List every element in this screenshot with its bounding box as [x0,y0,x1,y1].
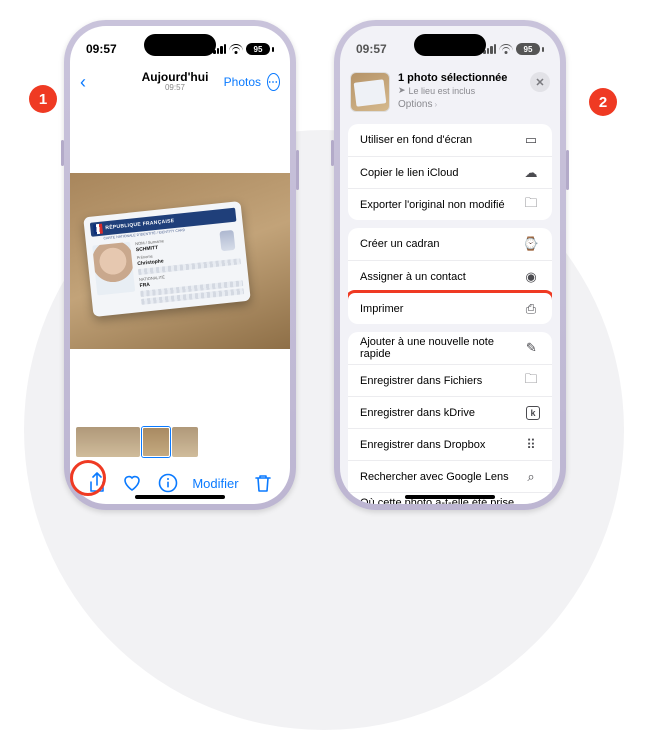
note-icon: ✎ [523,340,540,356]
more-button[interactable]: ⋯ [267,73,280,91]
search-icon: ⌕ [522,501,540,505]
thumb-selected[interactable] [142,427,170,457]
contact-icon: ◉ [522,269,540,285]
kdrive-icon: k [526,406,540,420]
action-save-dropbox[interactable]: Enregistrer dans Dropbox⠿ [348,428,552,460]
action-group-2: Créer un cadran⌚ Assigner à un contact◉ … [348,228,552,324]
action-icloud-link[interactable]: Copier le lien iCloud☁ [348,156,552,188]
action-quick-note[interactable]: Ajouter à une nouvelle note rapide✎ [348,332,552,364]
action-export-original[interactable]: Exporter l'original non modifié🗀 [348,188,552,220]
wifi-icon [499,44,513,54]
photo-viewer[interactable]: RÉPUBLIQUE FRANÇAISE CARTE NATIONALE D'I… [70,100,290,422]
edit-button[interactable]: Modifier [192,476,238,491]
dynamic-island [414,34,486,56]
dropbox-icon: ⠿ [522,437,540,453]
home-indicator[interactable] [405,495,495,499]
status-time: 09:57 [86,42,117,56]
nav-bar: ‹ Aujourd'hui 09:57 Photos ⋯ [70,64,290,100]
printer-icon: ⎙ [522,301,540,317]
favorite-button[interactable] [121,472,143,494]
lens-icon: ⌕ [522,469,540,485]
id-portrait [92,242,135,296]
action-print[interactable]: Imprimer⎙ [348,292,552,324]
sheet-title: 1 photo sélectionnée [398,72,522,84]
action-save-kdrive[interactable]: Enregistrer dans kDrivek [348,396,552,428]
action-group-3: Ajouter à une nouvelle note rapide✎ Enre… [348,332,552,504]
back-button[interactable]: ‹ [80,72,86,93]
action-save-files[interactable]: Enregistrer dans Fichiers🗀 [348,364,552,396]
cloud-icon: ☁ [522,165,540,181]
wallpaper-icon: ▭ [522,132,540,148]
photos-link[interactable]: Photos [224,75,261,89]
info-button[interactable] [157,472,179,494]
sheet-location: Le lieu est inclus [409,86,476,96]
thumb-next[interactable] [172,427,198,457]
annotation-2: 2 [589,88,617,116]
thumbnail-strip[interactable] [70,422,290,462]
folder-icon: 🗀 [522,370,540,392]
action-group-1: Utiliser en fond d'écran▭ Copier le lien… [348,124,552,220]
chip-icon [219,230,235,251]
action-assign-contact[interactable]: Assigner à un contact◉ [348,260,552,292]
photo-id-card: RÉPUBLIQUE FRANÇAISE CARTE NATIONALE D'I… [70,173,290,349]
folder-icon: 🗀 [522,194,540,216]
annotation-1: 1 [29,85,57,113]
status-time: 09:57 [356,42,387,56]
action-google-lens[interactable]: Rechercher avec Google Lens⌕ [348,460,552,492]
flag-fr-icon [93,224,103,235]
location-icon: ➤ [398,85,406,96]
share-sheet-header: 1 photo sélectionnée ➤Le lieu est inclus… [340,64,560,116]
annotation-ring-share [70,460,106,496]
trash-button[interactable] [252,472,274,494]
nav-subtitle: 09:57 [142,84,209,93]
close-button[interactable]: ✕ [530,72,550,92]
sheet-thumb [350,72,390,112]
dynamic-island [144,34,216,56]
thumb-group[interactable] [76,427,140,457]
screen-photos: 09:57 95 ‹ Aujourd'hui 09:57 [70,26,290,504]
action-wallpaper[interactable]: Utiliser en fond d'écran▭ [348,124,552,156]
phone-right: 09:57 95 1 photo sélectionnée ➤Le lieu e… [334,20,566,510]
screen-share-sheet: 09:57 95 1 photo sélectionnée ➤Le lieu e… [340,26,560,504]
action-list[interactable]: Utiliser en fond d'écran▭ Copier le lien… [340,116,560,504]
home-indicator[interactable] [135,495,225,499]
battery-icon: 95 [516,43,544,55]
options-button[interactable]: Options› [398,99,522,110]
action-watch-face[interactable]: Créer un cadran⌚ [348,228,552,260]
wifi-icon [229,44,243,54]
watch-icon: ⌚ [522,236,540,252]
phone-left: 09:57 95 ‹ Aujourd'hui 09:57 [64,20,296,510]
battery-icon: 95 [246,43,274,55]
